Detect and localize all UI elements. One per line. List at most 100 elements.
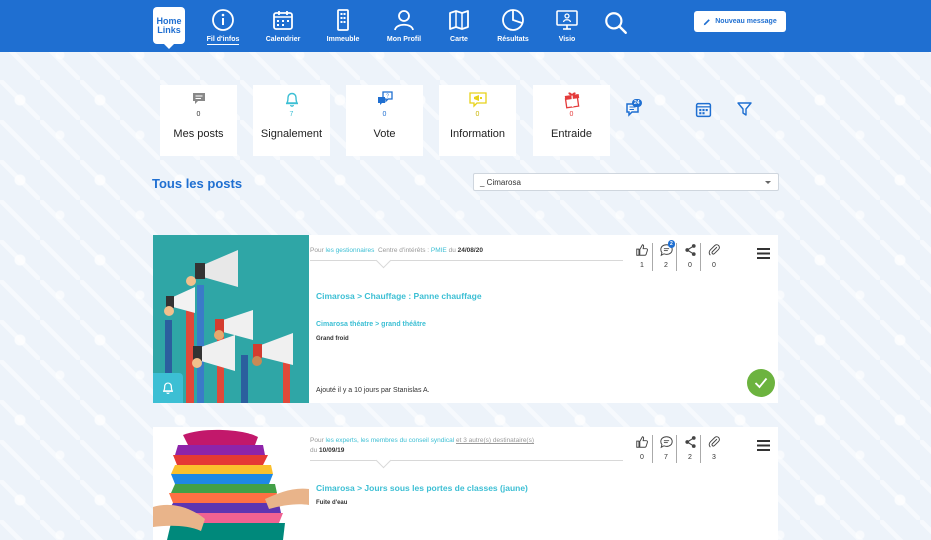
attachment-button[interactable]: 0 (703, 243, 725, 273)
building-icon (337, 9, 349, 31)
post-actions: 1 2 2 0 0 (631, 240, 731, 273)
logo-text-line2: Links (157, 24, 181, 35)
nav-item-carte[interactable]: Carte (429, 8, 489, 43)
thumbs-up-icon (636, 244, 648, 256)
date-prefix: du (310, 447, 318, 454)
gift-icon (564, 92, 579, 109)
bell-icon (285, 92, 298, 107)
top-navigation-bar: Home Links Fil d'infos Calendrier Immeub… (0, 0, 931, 52)
building-select[interactable]: _ Cimarosa (473, 173, 779, 191)
funnel-icon (737, 102, 752, 116)
attachment-count: 3 (712, 454, 716, 461)
nav-item-mon-profil[interactable]: Mon Profil (374, 8, 434, 43)
new-message-button[interactable]: Nouveau message (694, 11, 786, 32)
pie-chart-icon (502, 9, 524, 31)
post-tags[interactable]: Cimarosa théatre > grand théâtre (316, 321, 426, 328)
like-count: 1 (640, 262, 644, 269)
post-card: Pour les gestionnaires Centre d'intérêts… (153, 235, 778, 403)
thumbs-up-icon (636, 436, 648, 448)
pencil-icon (704, 18, 711, 25)
search-button[interactable] (586, 10, 646, 40)
share-count: 2 (688, 454, 692, 461)
new-message-label: Nouveau message (715, 18, 777, 25)
post-card: Pour les experts, les membres du conseil… (153, 427, 778, 540)
filter-count: 0 (569, 111, 574, 118)
attachment-button[interactable]: 3 (703, 435, 725, 465)
share-count: 0 (688, 262, 692, 269)
nav-label: Fil d'infos (206, 36, 240, 45)
comment-count: 2 (664, 262, 668, 269)
video-screen-icon (556, 10, 578, 30)
filter-mes-posts[interactable]: 0 Mes posts (160, 85, 237, 156)
hamburger-menu-icon (757, 440, 770, 451)
nav-label: Calendrier (265, 36, 301, 43)
paperclip-icon (708, 244, 720, 256)
filter-count: 0 (475, 111, 480, 118)
nav-label: Immeuble (326, 36, 360, 43)
post-other-recipients[interactable]: et 3 autre(s) destinataire(s) (456, 437, 534, 444)
divider (310, 260, 623, 272)
search-icon (605, 12, 627, 34)
share-icon (684, 244, 696, 256)
post-description: Fuite d'eau (316, 500, 348, 506)
post-image-clothes (153, 427, 309, 540)
post-date: 10/09/19 (319, 447, 345, 454)
nav-item-immeuble[interactable]: Immeuble (313, 8, 373, 43)
map-icon (449, 10, 469, 30)
hamburger-menu-icon (757, 248, 770, 259)
chat-button[interactable]: 24 (626, 99, 646, 123)
post-recipients[interactable]: les gestionnaires (326, 247, 375, 254)
svg-text:?: ? (386, 94, 389, 100)
post-meta: Pour les gestionnaires Centre d'intérêts… (310, 246, 483, 256)
post-menu-button[interactable] (757, 246, 770, 264)
divider (310, 460, 623, 472)
calendar-icon (695, 102, 712, 118)
like-button[interactable]: 0 (631, 435, 653, 465)
interest-label: Centre d'intérêts : (377, 247, 430, 254)
attachment-count: 0 (712, 262, 716, 269)
nav-item-calendrier[interactable]: Calendrier (253, 8, 313, 43)
checkmark-icon (754, 377, 768, 389)
speech-bubble-icon (192, 93, 205, 104)
like-button[interactable]: 1 (631, 243, 653, 273)
filter-count: 0 (382, 111, 387, 118)
nav-item-resultats[interactable]: Résultats (483, 8, 543, 43)
filter-signalement[interactable]: 7 Signalement (253, 85, 330, 156)
paperclip-icon (708, 436, 720, 448)
filter-label: Mes posts (173, 128, 224, 140)
post-title[interactable]: Cimarosa > Jours sous les portes de clas… (316, 483, 528, 493)
filter-vote[interactable]: ? 0 Vote (346, 85, 423, 156)
nav-label: Résultats (497, 36, 529, 43)
comment-icon (659, 436, 673, 449)
post-actions: 0 7 2 3 (631, 435, 731, 465)
home-links-logo[interactable]: Home Links (153, 7, 185, 49)
nav-item-fil-infos[interactable]: Fil d'infos (193, 8, 253, 45)
filter-label: Vote (373, 128, 396, 140)
user-icon (394, 10, 414, 31)
chevron-down-icon (765, 181, 771, 184)
like-count: 0 (640, 454, 644, 461)
comment-button[interactable]: 2 2 (655, 240, 677, 273)
filter-count: 7 (289, 111, 294, 118)
filter-information[interactable]: 0 Information (439, 85, 516, 156)
clothes-stack-illustration (153, 427, 309, 540)
calendar-view-button[interactable] (695, 101, 712, 123)
building-select-value: _ Cimarosa (480, 178, 521, 187)
filter-label: Entraide (551, 128, 592, 140)
share-button[interactable]: 0 (679, 243, 701, 273)
comment-button[interactable]: 7 (655, 435, 677, 465)
share-button[interactable]: 2 (679, 435, 701, 465)
meta-for: Pour (310, 437, 324, 444)
filter-button[interactable] (736, 101, 753, 122)
post-meta: Pour les experts, les membres du conseil… (310, 436, 610, 456)
post-interest[interactable]: PMIE (431, 247, 447, 254)
filter-label: Signalement (260, 128, 323, 140)
nav-label: Visio (558, 36, 576, 43)
megaphone-icon (468, 92, 487, 108)
resolved-check-button[interactable] (747, 369, 775, 397)
post-title[interactable]: Cimarosa > Chauffage : Panne chauffage (316, 291, 482, 301)
post-menu-button[interactable] (757, 438, 770, 456)
filter-entraide[interactable]: 0 Entraide (533, 85, 610, 156)
date-prefix: du (448, 247, 456, 254)
post-recipients[interactable]: les experts, les membres du conseil synd… (326, 437, 455, 444)
